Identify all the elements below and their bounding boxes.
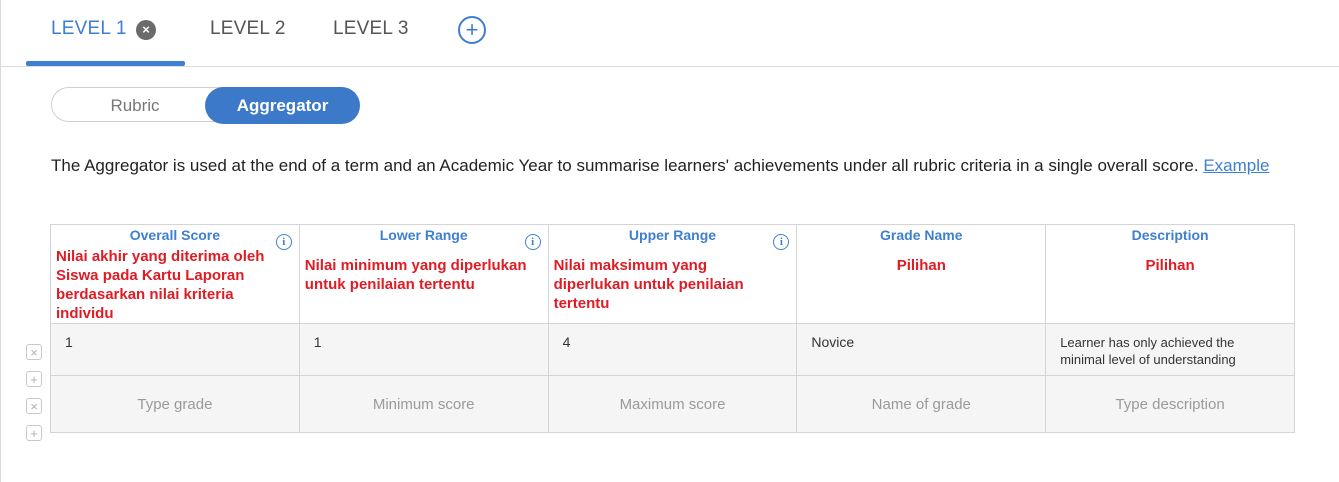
header-overall-score: Overall Score i Nilai akhir yang diterim…	[50, 224, 300, 324]
column-title: Description	[1131, 227, 1209, 243]
add-level-icon[interactable]: +	[458, 16, 486, 44]
active-tab-indicator	[26, 61, 185, 66]
aggregator-description: The Aggregator is used at the end of a t…	[51, 156, 1269, 176]
level-tabs: LEVEL 1 × LEVEL 2 LEVEL 3 +	[0, 0, 1339, 67]
close-icon[interactable]: ×	[136, 20, 156, 40]
minimum-score-input[interactable]: Minimum score	[298, 375, 549, 433]
column-annotation: Nilai maksimum yang diperlukan untuk pen…	[553, 257, 744, 312]
aggregator-table: Overall Score i Nilai akhir yang diterim…	[50, 224, 1295, 433]
table-row: 1 1 4 Novice Learner has only achieved t…	[50, 323, 1295, 376]
header-grade-name: Grade Name Pilihan	[796, 224, 1047, 324]
left-border	[0, 0, 1, 482]
info-icon[interactable]: i	[773, 234, 790, 250]
aggregator-description-text: The Aggregator is used at the end of a t…	[51, 156, 1199, 175]
column-title: Lower Range	[379, 227, 468, 243]
info-icon[interactable]: i	[275, 234, 292, 250]
header-lower-range: Lower Range i Nilai minimum yang diperlu…	[298, 224, 549, 324]
description-cell[interactable]: Learner has only achieved the minimal le…	[1045, 323, 1295, 376]
delete-row-icon[interactable]: ×	[26, 398, 42, 414]
column-title: Upper Range	[628, 227, 717, 243]
column-annotation: Nilai akhir yang diterima oleh Siswa pad…	[56, 248, 265, 322]
delete-row-icon[interactable]: ×	[26, 344, 42, 360]
upper-range-cell[interactable]: 4	[547, 323, 798, 376]
example-link[interactable]: Example	[1203, 156, 1269, 175]
table-header-row: Overall Score i Nilai akhir yang diterim…	[50, 224, 1295, 324]
lower-range-cell[interactable]: 1	[298, 323, 549, 376]
grade-name-input[interactable]: Name of grade	[796, 375, 1047, 433]
column-annotation: Nilai minimum yang diperlukan untuk peni…	[304, 257, 527, 293]
overall-score-cell[interactable]: 1	[50, 323, 300, 376]
table-row: Type grade Minimum score Maximum score N…	[50, 375, 1295, 433]
column-annotation: Pilihan	[896, 257, 946, 274]
rubric-toggle-button[interactable]: Rubric	[52, 87, 218, 124]
description-input[interactable]: Type description	[1045, 375, 1295, 433]
column-title: Grade Name	[880, 227, 963, 243]
column-annotation: Pilihan	[1145, 257, 1195, 274]
info-icon[interactable]: i	[524, 234, 541, 250]
add-row-icon[interactable]: +	[26, 425, 42, 441]
aggregator-toggle-button[interactable]: Aggregator	[205, 87, 360, 124]
header-description: Description Pilihan	[1045, 224, 1295, 324]
maximum-score-input[interactable]: Maximum score	[547, 375, 798, 433]
add-row-icon[interactable]: +	[26, 371, 42, 387]
mode-toggle: Rubric Aggregator	[51, 87, 360, 124]
tab-level-3[interactable]: LEVEL 3	[333, 18, 409, 42]
tab-level-1[interactable]: LEVEL 1	[51, 18, 127, 42]
column-title: Overall Score	[129, 227, 221, 243]
grade-name-cell[interactable]: Novice	[796, 323, 1047, 376]
tab-level-2[interactable]: LEVEL 2	[210, 18, 286, 42]
header-upper-range: Upper Range i Nilai maksimum yang diperl…	[547, 224, 798, 324]
overall-score-input[interactable]: Type grade	[50, 375, 300, 433]
